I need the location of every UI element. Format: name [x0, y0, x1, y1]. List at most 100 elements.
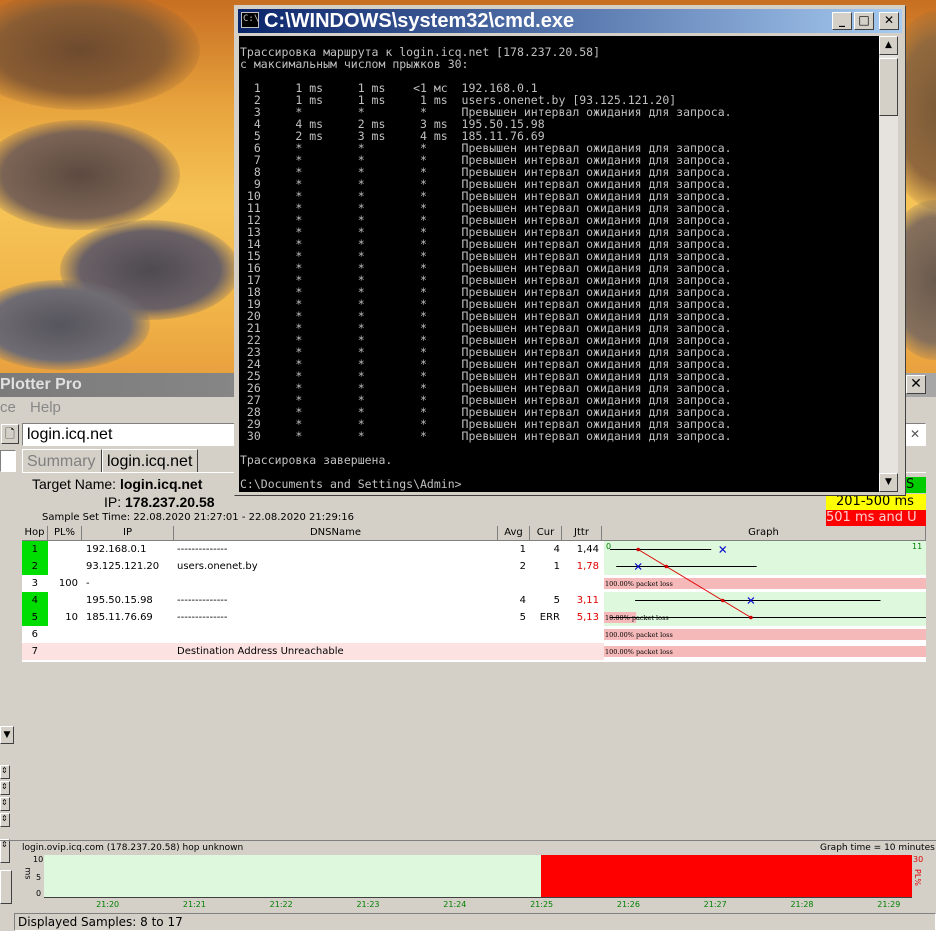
latency-graph: 100.00% packet loss10.00% packet loss100…	[604, 541, 926, 660]
console-output[interactable]: Трассировка маршрута к login.icq.net [17…	[239, 36, 879, 492]
scroll-thumb[interactable]	[879, 58, 898, 116]
graph-scale-right: 11	[912, 542, 922, 551]
menu-item-service[interactable]: ce	[0, 399, 16, 416]
console-line: с максимальным числом прыжков 30:	[240, 57, 469, 71]
dns-cell: Destination Address Unreachable	[177, 646, 344, 657]
spin-icon: ⇕	[1, 840, 8, 849]
scroll-down-button[interactable]: ▼	[879, 473, 898, 492]
pl-cell: 10	[65, 612, 78, 623]
legend-fast-label: S	[906, 477, 915, 492]
cmd-title: C:\WINDOWS\system32\cmd.exe	[264, 10, 575, 32]
tab-target-label: login.icq.net	[107, 453, 193, 470]
col-avg[interactable]: Avg	[498, 526, 530, 541]
maximize-button[interactable]: □	[854, 12, 874, 30]
scroll-up-button[interactable]: ▲	[879, 36, 898, 55]
side-spin-3[interactable]: ⇕	[0, 797, 10, 811]
hop-cell: 2	[22, 558, 48, 575]
avg-cell: 5	[519, 612, 526, 623]
jttr-cell	[562, 643, 599, 660]
maximize-icon: □	[858, 13, 870, 27]
pl-cell	[48, 592, 80, 609]
side-spin-2[interactable]: ⇕	[0, 781, 10, 795]
jttr-cell: 3,11	[576, 595, 599, 606]
jttr-cell: 1,78	[576, 561, 599, 572]
time-tick-label: 21:25	[530, 900, 554, 909]
timeline-y-axis: 10 5 0 ms	[22, 855, 43, 903]
cur-cell	[530, 643, 560, 660]
minimize-button[interactable]: _	[832, 12, 852, 30]
ms-axis-label: ms	[23, 867, 33, 880]
menu-item-help[interactable]: Help	[30, 399, 61, 416]
y-tick-5: 5	[36, 873, 42, 882]
tab-summary[interactable]: Summary	[22, 449, 102, 473]
dns-cell: --------------	[177, 544, 228, 555]
cmd-title-bar[interactable]: C:\ C:\WINDOWS\system32\cmd.exe _ □ ✕	[238, 9, 902, 33]
ip-cell: -	[86, 578, 90, 589]
clear-target-icon[interactable]: ✕	[908, 427, 922, 441]
console-line: Трассировка завершена.	[240, 453, 393, 467]
side-button[interactable]	[0, 870, 12, 904]
col-jttr[interactable]: Jttr	[562, 526, 602, 541]
y-tick-0: 0	[36, 889, 42, 898]
pl-cell: 100	[58, 578, 78, 589]
ip-cell: 185.11.76.69	[86, 612, 153, 623]
left-panel-edge	[0, 450, 16, 472]
col-cur[interactable]: Cur	[530, 526, 562, 541]
col-graph[interactable]: Graph	[602, 526, 926, 541]
col-pl[interactable]: PL%	[48, 526, 82, 541]
vertical-scrollbar[interactable]: ▲ ▼	[879, 36, 898, 492]
target-name-label: Target Name:	[32, 476, 117, 492]
side-spin-5[interactable]: ⇕	[0, 839, 10, 863]
console-line: C:\Documents and Settings\Admin>	[240, 477, 462, 491]
pl-cell	[48, 643, 80, 660]
arrow-down-icon: ▼	[885, 477, 892, 487]
ip-row: IP: 178.237.20.58	[104, 494, 215, 510]
timeline-plot	[44, 855, 912, 897]
hop-cell: 3	[31, 578, 38, 589]
time-tick-label: 21:29	[877, 900, 901, 909]
hop-cell: 6	[31, 629, 38, 640]
side-spin-4[interactable]: ⇕	[0, 813, 10, 827]
col-hop[interactable]: Hop	[22, 526, 48, 541]
sample-set-row: Sample Set Time: 22.08.2020 21:27:01 - 2…	[42, 512, 354, 523]
legend-slow-label: 501 ms and U	[826, 510, 917, 525]
col-dnsname[interactable]: DNSName	[174, 526, 498, 541]
dns-cell: users.onenet.by	[177, 561, 258, 572]
scroll-down-button[interactable]: ▼	[0, 726, 14, 744]
ip-cell: 192.168.0.1	[86, 544, 147, 555]
target-input-value: login.icq.net	[27, 426, 113, 443]
hop-cell: 7	[31, 646, 38, 657]
close-button[interactable]: ✕	[879, 12, 899, 30]
time-tick-label: 21:26	[616, 900, 640, 909]
spin-icon: ⇕	[1, 782, 8, 791]
avg-cell	[498, 575, 526, 592]
ip-value: 178.237.20.58	[125, 494, 215, 510]
time-tick-label: 21:23	[356, 900, 380, 909]
hop-cell: 4	[22, 592, 48, 609]
menu-bar: ce Help	[0, 399, 71, 419]
tab-target[interactable]: login.icq.net	[102, 449, 198, 473]
hop-cell: 1	[22, 541, 48, 558]
graph-time: Graph time = 10 minutes	[820, 843, 935, 853]
packet-loss-label: 100.00% packet loss	[605, 631, 673, 639]
cur-cell	[530, 626, 560, 643]
avg-cell	[498, 626, 526, 643]
dns-cell	[175, 575, 495, 592]
tab-summary-label: Summary	[27, 453, 96, 470]
dns-cell: --------------	[177, 595, 228, 606]
col-ip[interactable]: IP	[82, 526, 174, 541]
jttr-cell: 5,13	[576, 612, 599, 623]
close-button[interactable]: ✕	[906, 375, 926, 394]
side-spin-1[interactable]: ⇕	[0, 765, 10, 779]
close-icon: ✕	[883, 13, 895, 27]
spin-icon: ⇕	[1, 814, 8, 823]
cmd-icon: C:\	[241, 12, 259, 28]
timeline-pl-axis: 30 PL%	[913, 855, 925, 899]
cur-cell	[530, 575, 560, 592]
time-tick-label: 21:20	[96, 900, 120, 909]
spin-icon: ⇕	[1, 766, 8, 775]
new-target-button[interactable]: 🗋	[1, 424, 19, 444]
avg-cell: 2	[519, 561, 526, 572]
cur-cell: ERR	[539, 612, 560, 623]
time-tick-label: 21:21	[182, 900, 206, 909]
